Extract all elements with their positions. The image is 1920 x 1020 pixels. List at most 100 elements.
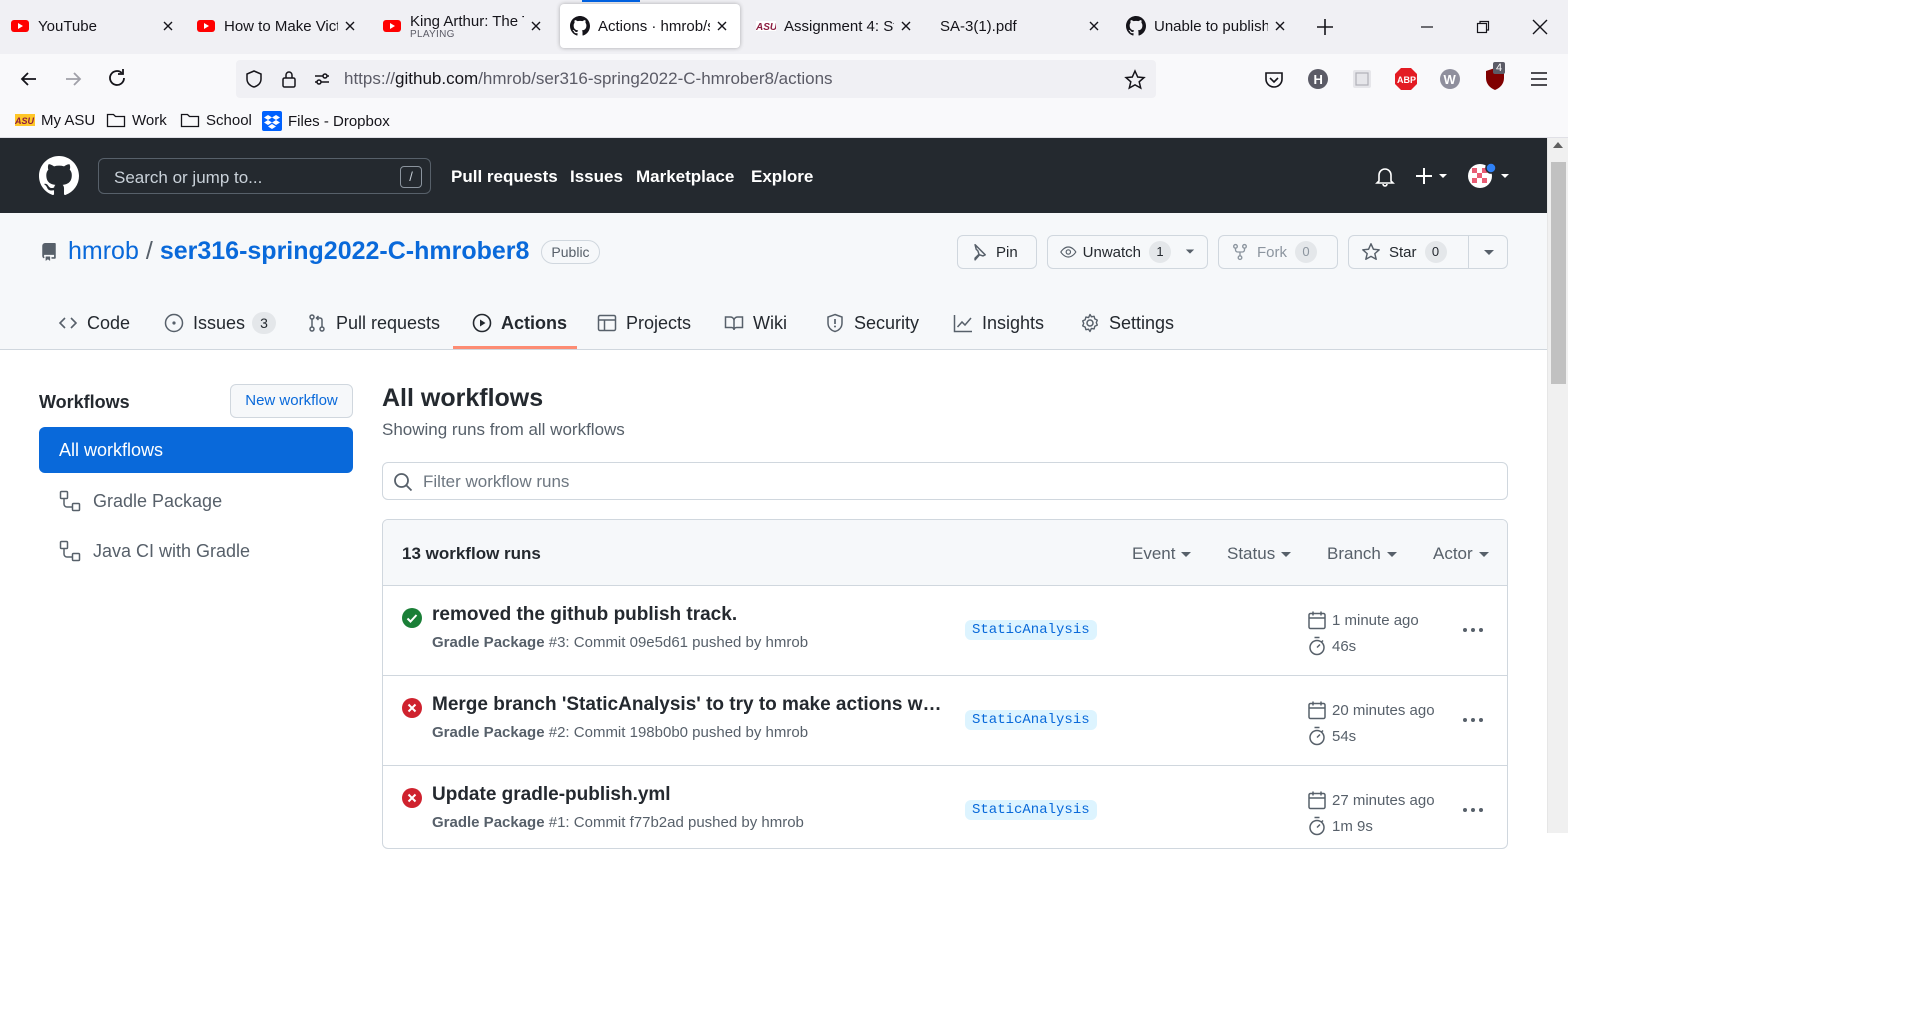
star-button[interactable]: Star 0 <box>1348 235 1508 269</box>
nav-pull-requests[interactable]: Pull requests <box>451 167 558 187</box>
sidebar-item-java-ci[interactable]: Java CI with Gradle <box>39 528 353 574</box>
run-workflow-name[interactable]: Gradle Package <box>432 814 545 831</box>
branch-label[interactable]: StaticAnalysis <box>965 800 1097 820</box>
run-title-link[interactable]: Merge branch 'StaticAnalysis' to try to … <box>432 694 944 716</box>
calendar-icon <box>1308 701 1326 720</box>
project-board-icon <box>597 314 617 332</box>
nav-issues[interactable]: Issues <box>570 167 623 187</box>
browser-tab-king-arthur[interactable]: King Arthur: The T PLAYING <box>382 4 544 48</box>
browser-toolbar: https://github.com/hmrob/ser316-spring20… <box>0 54 1568 104</box>
workflow-run-row[interactable]: Merge branch 'StaticAnalysis' to try to … <box>383 676 1507 766</box>
kebab-menu-icon[interactable] <box>1461 620 1485 640</box>
tab-insights[interactable]: Insights <box>953 297 1044 349</box>
extension-icon[interactable] <box>1349 66 1375 92</box>
bookmark-my-asu[interactable]: ASU My ASU <box>15 111 95 129</box>
url-text[interactable]: https://github.com/hmrob/ser316-spring20… <box>344 69 833 89</box>
close-tab-icon[interactable] <box>898 18 914 34</box>
run-detail: #2: Commit 198b0b0 pushed by hmrob <box>548 724 809 741</box>
workflow-run-row[interactable]: Update gradle-publish.yml Gradle Package… <box>383 766 1507 848</box>
bookmark-work[interactable]: Work <box>106 111 167 129</box>
tab-issues[interactable]: Issues 3 <box>164 297 277 349</box>
close-tab-icon[interactable] <box>160 18 176 34</box>
sidebar-item-label: Gradle Package <box>93 490 223 511</box>
restore-window-icon[interactable] <box>1470 14 1496 40</box>
tab-label: Code <box>87 312 131 333</box>
browser-tab-pdf[interactable]: SA-3(1).pdf <box>940 4 1102 48</box>
pocket-icon[interactable] <box>1261 66 1287 92</box>
reload-icon[interactable] <box>104 66 130 92</box>
tab-projects[interactable]: Projects <box>597 297 691 349</box>
scrollbar-thumb[interactable] <box>1551 162 1566 384</box>
tab-wiki[interactable]: Wiki <box>724 297 787 349</box>
bookmark-dropbox[interactable]: Files - Dropbox <box>262 111 390 131</box>
pin-button[interactable]: Pin <box>957 235 1037 269</box>
new-workflow-button[interactable]: New workflow <box>230 384 353 418</box>
tab-actions[interactable]: Actions <box>472 297 567 349</box>
close-tab-icon[interactable] <box>714 18 730 34</box>
branch-filter-dropdown[interactable]: Branch <box>1327 544 1397 564</box>
tracking-shield-icon[interactable] <box>244 69 264 89</box>
page-scrollbar[interactable] <box>1547 138 1568 833</box>
bookmark-school[interactable]: School <box>180 111 252 129</box>
new-tab-icon[interactable] <box>1312 14 1338 40</box>
bookmark-star-icon[interactable] <box>1124 69 1146 91</box>
browser-tab-video[interactable]: How to Make Vict <box>196 4 358 48</box>
event-filter-dropdown[interactable]: Event <box>1132 544 1191 564</box>
repo-path-separator: / <box>145 237 153 265</box>
dropbox-icon <box>262 111 282 131</box>
url-bar[interactable]: https://github.com/hmrob/ser316-spring20… <box>236 60 1156 98</box>
nav-explore[interactable]: Explore <box>751 167 813 187</box>
fork-icon <box>1233 243 1247 261</box>
close-window-icon[interactable] <box>1527 14 1553 40</box>
create-new-plus-icon[interactable] <box>1414 165 1450 187</box>
tab-pull-requests[interactable]: Pull requests <box>307 297 440 349</box>
filter-workflow-runs-input[interactable]: Filter workflow runs <box>382 462 1508 500</box>
close-tab-icon[interactable] <box>528 18 544 34</box>
tab-code[interactable]: Code <box>58 297 130 349</box>
sidebar-item-all-workflows[interactable]: All workflows <box>39 427 353 473</box>
back-arrow-icon[interactable] <box>16 66 42 92</box>
nav-marketplace[interactable]: Marketplace <box>636 167 734 187</box>
tab-security[interactable]: Security <box>825 297 919 349</box>
user-avatar[interactable] <box>1466 162 1510 190</box>
branch-label[interactable]: StaticAnalysis <box>965 710 1097 730</box>
run-title-link[interactable]: Update gradle-publish.yml <box>432 784 671 806</box>
github-logo-icon[interactable] <box>39 156 79 196</box>
notifications-bell-icon[interactable] <box>1374 165 1396 187</box>
adblock-plus-icon[interactable]: ABP <box>1393 66 1419 92</box>
star-list-dropdown[interactable] <box>1468 236 1508 268</box>
close-tab-icon[interactable] <box>1272 18 1288 34</box>
status-filter-dropdown[interactable]: Status <box>1227 544 1291 564</box>
sidebar-item-gradle-package[interactable]: Gradle Package <box>39 478 353 524</box>
run-workflow-name[interactable]: Gradle Package <box>432 724 545 741</box>
permissions-icon[interactable] <box>312 69 332 89</box>
run-workflow-name[interactable]: Gradle Package <box>432 634 545 651</box>
repo-name-link[interactable]: ser316-spring2022-C-hmrober8 <box>160 237 530 266</box>
unwatch-button[interactable]: Unwatch 1 <box>1047 235 1208 269</box>
kebab-menu-icon[interactable] <box>1461 710 1485 730</box>
close-tab-icon[interactable] <box>1086 18 1102 34</box>
close-tab-icon[interactable] <box>342 18 358 34</box>
fork-button[interactable]: Fork 0 <box>1218 235 1338 269</box>
browser-tab-assignment[interactable]: ASU Assignment 4: Sta <box>756 4 914 48</box>
minimize-window-icon[interactable] <box>1414 14 1440 40</box>
tab-settings[interactable]: Settings <box>1080 297 1174 349</box>
w-extension-icon[interactable]: W <box>1437 66 1463 92</box>
workflow-run-row[interactable]: removed the github publish track. Gradle… <box>383 586 1507 676</box>
browser-tab-unable-to-publish[interactable]: Unable to publish <box>1126 4 1288 48</box>
forward-arrow-icon[interactable] <box>60 66 86 92</box>
folder-icon <box>180 113 200 128</box>
code-icon <box>58 317 78 329</box>
branch-label[interactable]: StaticAnalysis <box>965 620 1097 640</box>
browser-tab-actions[interactable]: Actions · hmrob/s <box>560 0 740 48</box>
kebab-menu-icon[interactable] <box>1461 800 1485 820</box>
h-extension-icon[interactable]: H <box>1305 66 1331 92</box>
actor-filter-dropdown[interactable]: Actor <box>1433 544 1489 564</box>
lock-icon[interactable] <box>279 69 299 89</box>
run-title-link[interactable]: removed the github publish track. <box>432 604 737 626</box>
scroll-up-arrow-icon[interactable] <box>1553 142 1563 148</box>
menu-hamburger-icon[interactable] <box>1526 66 1552 92</box>
browser-tab-youtube[interactable]: YouTube <box>10 4 176 48</box>
global-search-input[interactable]: Search or jump to... / <box>98 158 431 194</box>
repo-owner-link[interactable]: hmrob <box>68 237 139 266</box>
